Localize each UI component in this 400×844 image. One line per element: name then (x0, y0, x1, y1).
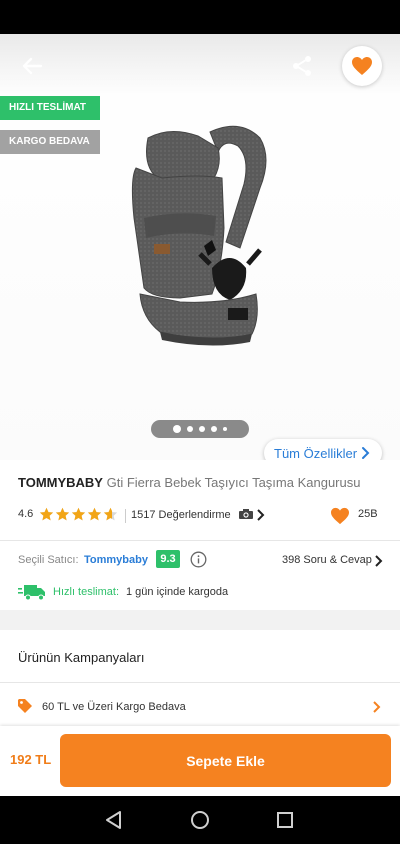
reviews-count: 1517 Değerlendirme (131, 509, 231, 521)
pagination-dot[interactable] (187, 426, 193, 432)
back-button[interactable] (14, 48, 50, 84)
tag-icon (18, 699, 32, 713)
bottom-bar: 192 TL Sepete Ekle (0, 726, 400, 796)
fast-delivery-badge: HIZLI TESLİMAT (0, 96, 100, 120)
heart-icon (352, 57, 372, 75)
product-title: TOMMYBABY Gti Fierra Bebek Taşıyıcı Taşı… (18, 475, 388, 490)
delivery-row: Hızlı teslimat: 1 gün içinde kargoda (18, 583, 388, 601)
status-bar (0, 0, 400, 34)
rating-value: 4.6 (18, 508, 34, 520)
campaigns-title: Ürünün Kampanyaları (18, 650, 145, 665)
all-features-label: Tüm Özellikler (274, 445, 358, 461)
rating-stars (39, 507, 118, 522)
star-icon (71, 507, 86, 521)
heart-icon[interactable] (330, 507, 350, 525)
divider (0, 682, 400, 683)
nav-recent-apps-icon[interactable] (276, 811, 294, 829)
chevron-right-icon (362, 447, 370, 459)
free-cargo-badge: KARGO BEDAVA (0, 130, 100, 154)
star-icon (55, 507, 70, 521)
nav-home-icon[interactable] (190, 810, 210, 830)
favorite-button[interactable] (342, 46, 382, 86)
qa-link[interactable]: 398 Soru & Cevap (282, 554, 372, 566)
pagination-dot[interactable] (223, 427, 227, 431)
chevron-right-icon (373, 701, 381, 713)
gallery-pagination[interactable] (151, 420, 249, 438)
info-icon[interactable] (190, 551, 207, 568)
add-to-cart-button[interactable]: Sepete Ekle (60, 734, 391, 787)
seller-row[interactable]: Seçili Satıcı: Tommybaby 9.3 398 Soru & … (18, 550, 388, 570)
top-bar (0, 34, 400, 96)
share-icon (293, 56, 311, 76)
truck-icon (18, 585, 45, 601)
chevron-right-icon (257, 509, 265, 521)
chevron-right-icon (375, 555, 383, 567)
star-icon (87, 507, 102, 521)
product-info: TOMMYBABY Gti Fierra Bebek Taşıyıcı Taşı… (0, 460, 400, 610)
divider (125, 509, 126, 523)
campaign-text: 60 TL ve Üzeri Kargo Bedava (42, 701, 186, 713)
delivery-label: Hızlı teslimat: (53, 586, 120, 598)
campaign-item[interactable]: 60 TL ve Üzeri Kargo Bedava (0, 690, 400, 722)
reviews-link[interactable]: 1517 Değerlendirme (131, 508, 254, 521)
share-button[interactable] (284, 48, 320, 84)
likes-count: 25B (358, 508, 378, 520)
product-brand[interactable]: TOMMYBABY (18, 475, 103, 490)
arrow-left-icon (22, 57, 43, 75)
divider (0, 540, 400, 541)
seller-name-link[interactable]: Tommybaby (84, 554, 148, 566)
product-image[interactable] (100, 118, 300, 368)
pagination-dot[interactable] (199, 426, 205, 432)
price: 192 TL (10, 752, 52, 767)
system-nav-bar (0, 796, 400, 844)
delivery-text: 1 gün içinde kargoda (126, 586, 229, 598)
camera-icon (238, 509, 253, 519)
star-icon (39, 507, 54, 521)
product-gallery[interactable]: HIZLI TESLİMAT KARGO BEDAVA (0, 34, 400, 460)
seller-score-badge: 9.3 (156, 550, 180, 568)
product-name: Gti Fierra Bebek Taşıyıcı Taşıma Kanguru… (106, 475, 361, 490)
nav-back-icon[interactable] (104, 810, 124, 830)
seller-label: Seçili Satıcı: (18, 554, 79, 566)
star-icon (103, 507, 118, 521)
pagination-dot[interactable] (173, 425, 181, 433)
pagination-dot[interactable] (211, 426, 217, 432)
rating-row[interactable]: 4.6 1517 Değerlendirme 25B (18, 507, 388, 525)
product-page: HIZLI TESLİMAT KARGO BEDAVA Tüm Özellikl… (0, 0, 400, 844)
